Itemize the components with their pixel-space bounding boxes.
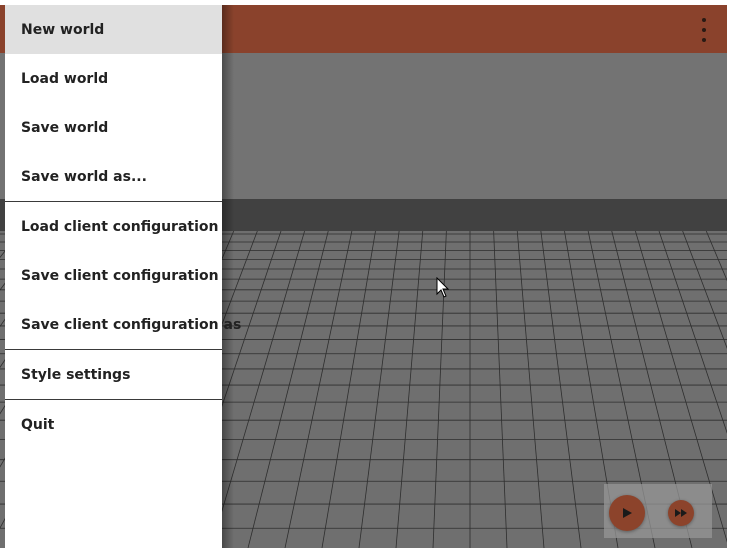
simulation-controls — [604, 484, 712, 538]
menu-item-quit[interactable]: Quit — [5, 400, 222, 449]
fast-forward-icon — [675, 509, 687, 517]
drawer-shadow — [222, 5, 234, 548]
menu-item-save-world-as[interactable]: Save world as... — [5, 152, 222, 201]
more-vert-icon[interactable] — [695, 18, 713, 42]
menu-item-save-world[interactable]: Save world — [5, 103, 222, 152]
menu-item-save-client-configuration[interactable]: Save client configuration — [5, 251, 222, 300]
menu-item-load-world[interactable]: Load world — [5, 54, 222, 103]
menu-item-load-client-configuration[interactable]: Load client configuration — [5, 202, 222, 251]
menu-item-save-client-configuration-as[interactable]: Save client configuration as — [5, 300, 241, 349]
navigation-drawer: New world Load world Save world Save world … — [5, 5, 241, 548]
mouse-pointer-icon — [436, 277, 450, 298]
menu-item-new-world[interactable]: New world — [5, 5, 222, 54]
play-icon — [623, 508, 632, 518]
menu-item-style-settings[interactable]: Style settings — [5, 350, 222, 399]
fast-forward-button[interactable] — [668, 500, 694, 526]
play-button[interactable] — [609, 495, 645, 531]
